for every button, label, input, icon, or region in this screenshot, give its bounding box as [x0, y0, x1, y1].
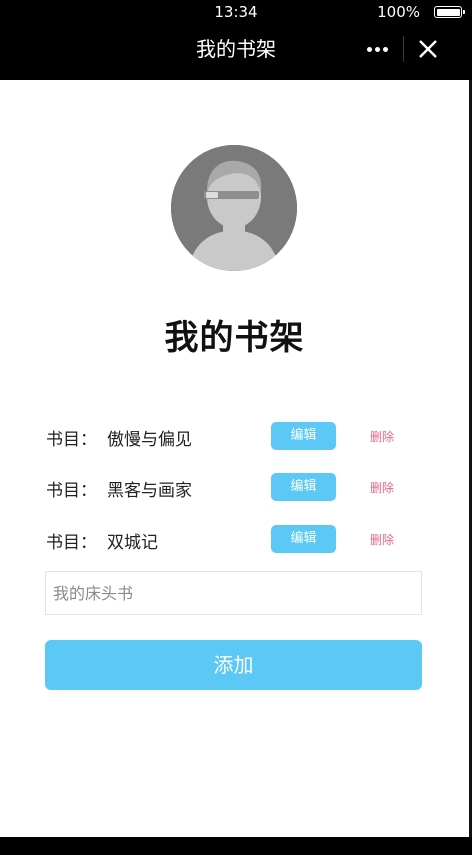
main-content: 我的书架 书目： 傲慢与偏见 编辑 删除 书目： 黑客与画家 编辑 删除 书目：…	[0, 80, 469, 837]
delete-button[interactable]: 删除	[370, 531, 394, 548]
battery-icon	[434, 6, 465, 18]
nav-divider	[403, 36, 404, 62]
page-title: 我的书架	[164, 318, 305, 358]
more-dot-icon	[382, 46, 388, 52]
book-name: 黑客与画家	[107, 481, 192, 501]
nav-bar: 我的书架	[0, 24, 472, 78]
book-label: 书目：	[46, 533, 97, 553]
edit-button[interactable]: 编辑	[271, 473, 336, 501]
avatar	[171, 145, 297, 271]
delete-button[interactable]: 删除	[370, 479, 394, 496]
book-row: 书目： 傲慢与偏见 编辑 删除	[0, 419, 469, 453]
edit-button[interactable]: 编辑	[271, 422, 336, 450]
more-options-button[interactable]	[360, 37, 394, 61]
user-placeholder-icon	[171, 145, 297, 271]
nav-title: 我的书架	[196, 37, 276, 61]
book-row: 书目： 黑客与画家 编辑 删除	[0, 470, 469, 504]
more-dot-icon	[374, 46, 380, 52]
delete-button[interactable]: 删除	[370, 428, 394, 445]
edit-button[interactable]: 编辑	[271, 525, 336, 553]
book-name-input[interactable]	[45, 571, 422, 615]
close-icon	[419, 40, 437, 58]
add-button[interactable]: 添加	[45, 640, 422, 690]
book-label: 书目：	[46, 481, 97, 501]
battery-percentage: 100%	[377, 3, 420, 21]
book-row: 书目： 双城记 编辑 删除	[0, 522, 469, 556]
status-bar: 13:34 100%	[0, 0, 472, 24]
book-name: 傲慢与偏见	[107, 430, 192, 450]
close-button[interactable]	[416, 37, 440, 61]
more-dot-icon	[366, 46, 372, 52]
book-label: 书目：	[46, 430, 97, 450]
book-name: 双城记	[107, 533, 158, 553]
